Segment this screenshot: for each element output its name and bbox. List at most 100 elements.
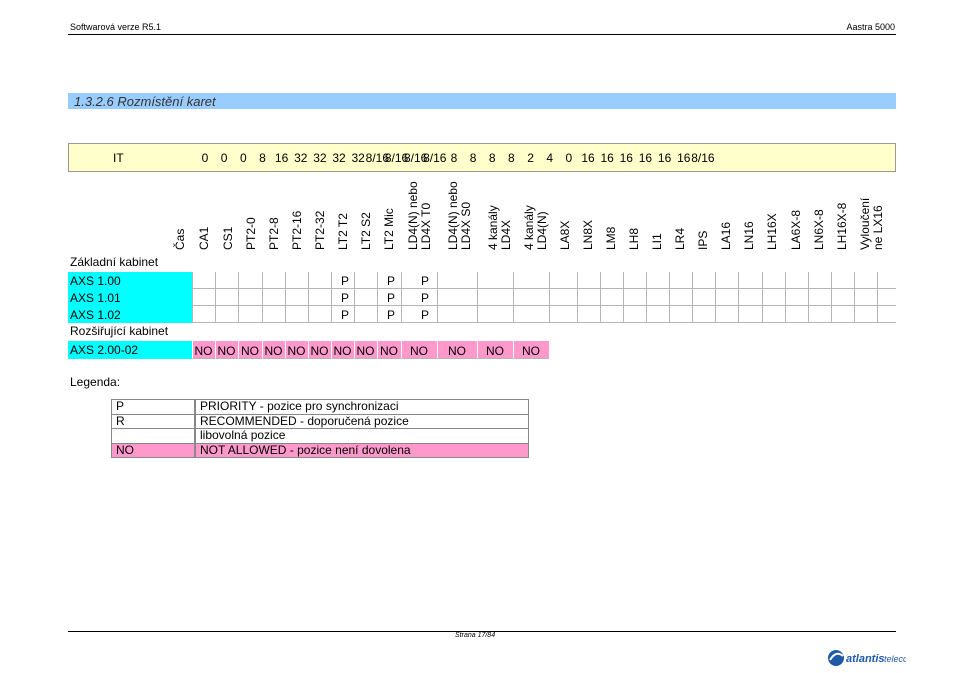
column-header: LH16X-8 <box>835 202 849 250</box>
capacity-value: 8 <box>488 151 496 165</box>
table-cell <box>354 289 377 306</box>
table-cell <box>854 289 877 306</box>
table-cell <box>513 289 549 306</box>
table-cell <box>238 289 262 306</box>
position-mark: NO <box>410 344 428 358</box>
table-cell <box>623 272 646 289</box>
capacity-value: 32 <box>313 151 327 165</box>
table-cell <box>308 289 331 306</box>
capacity-value: 2 <box>527 151 534 165</box>
capacity-value: 0 <box>565 151 573 165</box>
column-header: 4 kanály LD4X <box>486 205 513 250</box>
column-header: LT2 S2 <box>359 212 373 250</box>
capacity-value: 8 <box>469 151 477 165</box>
capacity-value: 16 <box>619 151 633 165</box>
column-header: PT2-0 <box>244 217 258 250</box>
header-rule <box>68 34 896 35</box>
table-cell <box>669 272 692 289</box>
table-cell <box>192 289 215 306</box>
row-name: AXS 1.02 <box>70 308 121 322</box>
capacity-value: 32 <box>332 151 346 165</box>
table-cell <box>808 272 831 289</box>
column-header: PT2-8 <box>267 217 281 250</box>
table-cell <box>831 289 854 306</box>
table-cell <box>692 306 715 323</box>
capacity-value: 8 <box>450 151 458 165</box>
table-cell <box>215 306 238 323</box>
table-cell <box>285 306 308 323</box>
capacity-value: 8 <box>508 151 515 165</box>
column-header: PT2-16 <box>290 210 304 250</box>
column-header: CS1 <box>221 226 235 250</box>
table-cell <box>877 306 896 323</box>
header-version: Softwarová verze R5.1 <box>70 22 162 32</box>
column-header: LA16 <box>719 221 733 250</box>
table-cell <box>354 306 377 323</box>
capacity-value: 16 <box>600 151 614 165</box>
table-cell <box>354 272 377 289</box>
position-mark: NO <box>310 344 329 358</box>
capacity-value: 8/16 <box>691 151 715 165</box>
table-cell <box>549 289 577 306</box>
column-header: LT2 T2 <box>336 213 350 250</box>
position-mark: P <box>420 308 430 322</box>
table-cell <box>785 272 808 289</box>
position-mark: NO <box>287 344 306 358</box>
table-cell <box>262 289 285 306</box>
capacity-value: 32 <box>294 151 308 165</box>
table-cell <box>762 272 785 289</box>
table-cell <box>808 289 831 306</box>
table-cell <box>513 272 549 289</box>
table-cell <box>646 289 669 306</box>
column-header: LM8 <box>604 226 618 250</box>
table-cell <box>308 272 331 289</box>
capacity-value: 8 <box>259 151 266 165</box>
capacity-value: 16 <box>638 151 653 165</box>
table-cell <box>577 272 600 289</box>
legend-code: R <box>111 413 195 429</box>
header-product: Aastra 5000 <box>846 22 895 32</box>
section-heading-bar: 1.3.2.6 Rozmístění karet <box>68 93 896 109</box>
table-cell <box>877 272 896 289</box>
capacity-value: 32 <box>351 151 365 165</box>
table-cell <box>646 306 669 323</box>
legend-code: P <box>111 399 195 415</box>
table-cell <box>549 272 577 289</box>
table-cell <box>262 306 285 323</box>
table-cell <box>692 272 715 289</box>
table-cell <box>715 272 738 289</box>
table-cell <box>477 306 513 323</box>
position-mark: NO <box>356 344 375 358</box>
capacity-value: 16 <box>581 151 595 165</box>
capacity-label: IT <box>113 151 124 165</box>
column-header: LN8X <box>581 219 595 250</box>
legend-title: Legenda: <box>70 375 121 389</box>
legend-description: RECOMMENDED - doporučená pozice <box>195 413 529 429</box>
table-cell <box>785 306 808 323</box>
column-header: LN6X-8 <box>812 209 826 250</box>
table-cell <box>285 272 308 289</box>
table-cell <box>692 289 715 306</box>
svg-text:atlantis: atlantis <box>846 653 885 665</box>
table-cell <box>646 272 669 289</box>
capacity-value: 0 <box>239 151 247 165</box>
position-mark: NO <box>194 344 213 358</box>
table-cell <box>262 272 285 289</box>
table-cell <box>401 289 437 306</box>
position-mark: NO <box>264 344 283 358</box>
table-cell <box>477 272 513 289</box>
table-cell <box>738 306 762 323</box>
column-header: LH16X <box>765 213 779 250</box>
table-cell <box>623 289 646 306</box>
table-cell <box>600 306 623 323</box>
position-mark: NO <box>448 344 466 358</box>
position-mark: P <box>420 274 430 288</box>
legend-description: PRIORITY - pozice pro synchronizaci <box>195 399 529 415</box>
column-header: IPS <box>696 230 710 250</box>
table-cell <box>308 306 331 323</box>
capacity-row: IT 0 0 0 8 16 32 32 32 32 8/16 8/16 8/16 8/16 8 8 8 8 2 4 0… <box>68 143 896 172</box>
table-cell <box>854 306 877 323</box>
table-cell <box>577 289 600 306</box>
row-name: AXS 2.00-02 <box>70 343 139 357</box>
table-cell <box>831 306 854 323</box>
